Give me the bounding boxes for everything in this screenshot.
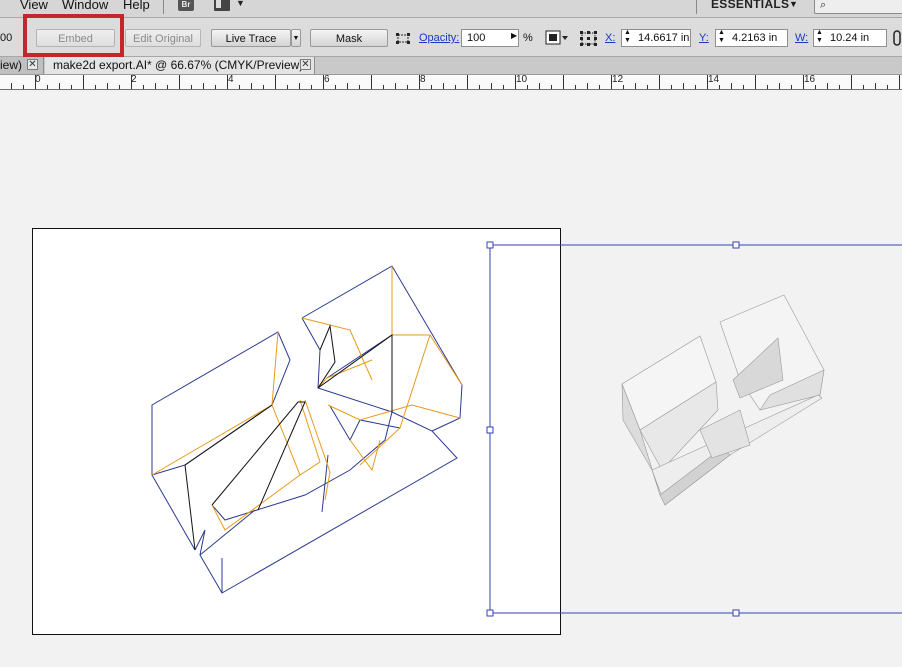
selection-handle[interactable] — [486, 609, 494, 617]
selection-handle[interactable] — [486, 426, 494, 434]
line-drawing — [151, 265, 463, 594]
selection-handle[interactable] — [732, 241, 740, 249]
artwork-overlay — [151, 241, 902, 617]
selection-handle[interactable] — [732, 609, 740, 617]
selection-handle[interactable] — [486, 241, 494, 249]
embedded-render-image — [621, 294, 825, 506]
